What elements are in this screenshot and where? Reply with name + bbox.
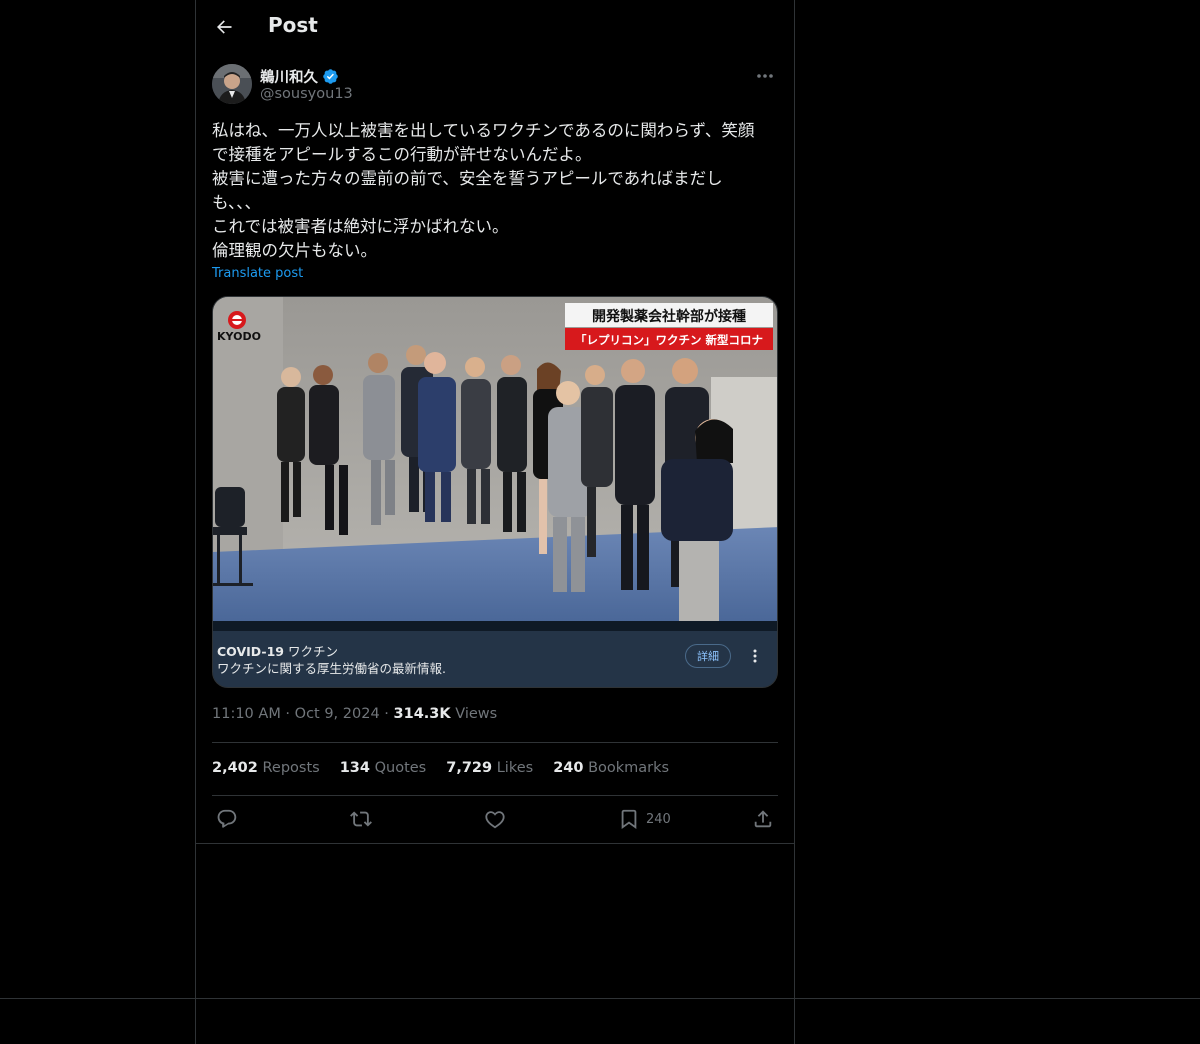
share-button[interactable] [752,805,774,833]
post-meta: 11:10 AM · Oct 9, 2024 · 314.3K Views [212,706,497,722]
bookmarks-stat[interactable]: 240 Bookmarks [553,760,669,776]
bookmark-button[interactable]: 240 [618,805,671,833]
bookmark-icon [621,809,637,830]
repost-button[interactable] [350,805,372,833]
info-panel-more-button[interactable] [747,645,763,667]
like-button[interactable] [484,805,506,833]
left-column-border [195,0,196,1044]
post-header: Post [196,0,794,54]
subheadline-banner: 「レプリコン」ワクチン 新型コロナ [575,333,763,347]
divider [212,795,778,796]
bookmark-count: 240 [646,811,671,827]
page-title: Post [268,13,318,37]
post-stats: 2,402 Reposts 134 Quotes 7,729 Likes 240… [212,760,669,776]
views-count: 314.3K [393,706,451,722]
reposts-stat[interactable]: 2,402 Reposts [212,760,320,776]
likes-stat[interactable]: 7,729 Likes [446,760,533,776]
arrow-left-icon [217,20,232,34]
photo-bottom-bar [213,621,777,631]
more-horizontal-icon [757,74,773,78]
share-icon [754,810,772,828]
quotes-stat[interactable]: 134 Quotes [340,760,427,776]
bottom-divider [0,998,1200,999]
right-column-border [794,0,795,1044]
reply-icon [217,809,237,828]
author-name-text: 鵜川和久 [260,70,318,86]
kyodo-logo-text: KYODO [217,330,261,343]
translate-post-link[interactable]: Translate post [212,266,303,281]
reply-button[interactable] [216,805,238,833]
post-bottom-divider [196,843,794,844]
info-panel[interactable]: COVID-19 ワクチン ワクチンに関する厚生労働省の最新情報. 詳細 [213,631,777,687]
meta-separator: · [280,706,295,722]
avatar[interactable] [212,64,252,104]
post-time[interactable]: 11:10 AM [212,706,281,722]
verified-badge-icon [323,69,338,84]
post-text: 私はね、一万人以上被害を出しているワクチンであるのに関わらず、笑顔 で接種をアピ… [212,121,755,260]
back-button[interactable] [210,13,238,41]
author-display-name[interactable]: 鵜川和久 [260,66,339,87]
news-photo[interactable]: KYODO 開発製薬会社幹部が接種 「レプリコン」ワクチン 新型コロナ [213,297,778,623]
action-bar: 240 [212,805,778,833]
media-card[interactable]: KYODO 開発製薬会社幹部が接種 「レプリコン」ワクチン 新型コロナ COVI… [212,296,778,688]
page: Post 鵜川和久 @sousyou13 私はね、一万人以上被害を出しているワク… [0,0,1200,1044]
info-panel-subtitle: ワクチンに関する厚生労働省の最新情報. [217,661,446,676]
divider [212,742,778,743]
repost-icon [350,811,372,827]
more-vertical-icon [753,649,757,663]
like-icon [485,811,505,829]
more-options-button[interactable] [752,66,778,86]
author-handle[interactable]: @sousyou13 [260,86,353,102]
details-button[interactable]: 詳細 [685,644,731,668]
headline-banner: 開発製薬会社幹部が接種 [592,308,746,325]
meta-separator: · [379,706,394,722]
views-label: Views [450,706,498,722]
post-date[interactable]: Oct 9, 2024 [295,706,380,722]
post-author: 鵜川和久 @sousyou13 [212,64,778,106]
